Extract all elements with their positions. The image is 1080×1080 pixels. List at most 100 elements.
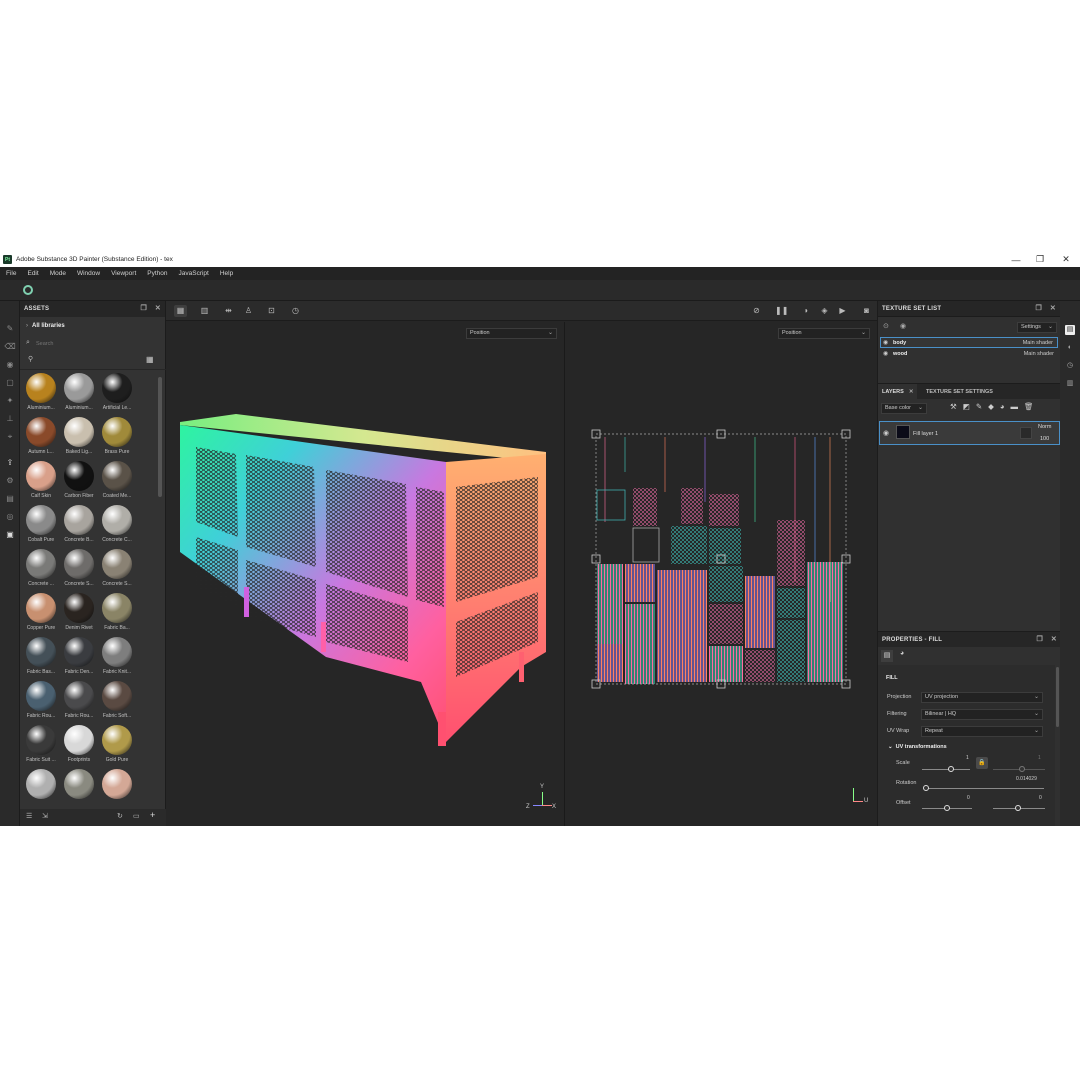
shelf-icon[interactable]: ▣: [4, 529, 16, 541]
material-thumbnail[interactable]: [26, 681, 56, 711]
display-settings-icon[interactable]: ◎: [4, 511, 16, 523]
assets-scrollbar[interactable]: [158, 377, 162, 497]
viewport-3d[interactable]: Position ⌄ Y Z X: [166, 322, 564, 826]
material-thumbnail[interactable]: [26, 769, 56, 799]
add-paint-layer-icon[interactable]: ✎: [976, 402, 982, 411]
material-thumbnail[interactable]: [102, 681, 132, 711]
tab-layers[interactable]: LAYERS ✕: [878, 384, 918, 400]
float-panel-icon[interactable]: ❐: [1035, 304, 1041, 312]
material-thumbnail[interactable]: [102, 637, 132, 667]
material-thumbnail[interactable]: [64, 637, 94, 667]
add-folder-icon[interactable]: ▬: [1010, 402, 1018, 411]
export-icon[interactable]: ⇪: [4, 457, 16, 469]
material-thumbnail[interactable]: [102, 593, 132, 623]
material-thumbnail[interactable]: [64, 681, 94, 711]
menu-help[interactable]: Help: [220, 270, 238, 277]
symmetry-icon[interactable]: ⇹: [222, 305, 235, 317]
texture-set-item-wood[interactable]: ◉ wood Main shader: [880, 349, 1058, 360]
pause-icon[interactable]: ❚❚: [775, 305, 788, 317]
menu-javascript[interactable]: JavaScript: [179, 270, 214, 277]
settings-gear-icon[interactable]: ⚙: [4, 475, 16, 487]
uv-wrap-dropdown[interactable]: Repeat ⌄: [921, 726, 1043, 737]
delete-layer-icon[interactable]: 🗑: [1024, 402, 1034, 411]
material-thumbnail[interactable]: [64, 461, 94, 491]
cube-icon[interactable]: ◈: [818, 305, 831, 317]
screenshot-icon[interactable]: ◙: [860, 305, 873, 317]
material-thumbnail[interactable]: [102, 417, 132, 447]
material-thumbnail[interactable]: [64, 769, 94, 799]
material-thumbnail[interactable]: [102, 505, 132, 535]
material-thumbnail[interactable]: [26, 505, 56, 535]
maximize-button[interactable]: ❐: [1026, 252, 1054, 267]
material-thumbnail[interactable]: [26, 637, 56, 667]
material-thumbnail[interactable]: [26, 725, 56, 755]
blend-mode[interactable]: Norm: [1038, 424, 1051, 430]
search-input[interactable]: [36, 339, 156, 349]
filter-icon[interactable]: ⚲: [28, 355, 33, 363]
material-thumbnail[interactable]: [26, 461, 56, 491]
history-icon[interactable]: ◷: [289, 305, 302, 317]
add-smart-material-icon[interactable]: ◕: [1000, 402, 1005, 411]
close-panel-icon[interactable]: ✕: [1050, 304, 1056, 312]
menu-python[interactable]: Python: [147, 270, 172, 277]
menu-edit[interactable]: Edit: [27, 270, 43, 277]
person-icon[interactable]: ♙: [242, 305, 255, 317]
add-icon[interactable]: +: [150, 810, 155, 820]
scale-value[interactable]: 1: [966, 755, 969, 761]
split-view-icon[interactable]: ▥: [198, 305, 211, 317]
material-thumbnail[interactable]: [102, 769, 132, 799]
offset-x-slider-knob[interactable]: [944, 805, 950, 811]
geometry-mask-icon[interactable]: ▢: [4, 377, 16, 389]
material-thumbnail[interactable]: [64, 725, 94, 755]
scale-slider-knob[interactable]: [948, 766, 954, 772]
link-icon[interactable]: ⊙: [883, 322, 889, 330]
visibility-eye-icon[interactable]: ◉: [883, 429, 889, 437]
material-thumbnail[interactable]: [102, 373, 132, 403]
properties-tab-material-icon[interactable]: ◕: [900, 650, 904, 657]
color-picker-icon[interactable]: ⌖: [4, 431, 16, 443]
material-thumbnail[interactable]: [64, 417, 94, 447]
folder-icon[interactable]: ▭: [133, 812, 140, 820]
properties-tab-fill-icon[interactable]: ▤: [881, 650, 893, 662]
menu-mode[interactable]: Mode: [50, 270, 71, 277]
material-thumbnail[interactable]: [64, 505, 94, 535]
uv-transformations-toggle[interactable]: ⌄ UV transformations: [888, 744, 947, 750]
settings-dropdown[interactable]: Settings ⌄: [1017, 322, 1057, 333]
import-icon[interactable]: ⇲: [42, 812, 48, 820]
refresh-icon[interactable]: ↻: [117, 812, 123, 820]
menu-file[interactable]: File: [6, 270, 21, 277]
texture-set-list-icon[interactable]: ▤: [1065, 325, 1075, 335]
material-thumbnail[interactable]: [26, 593, 56, 623]
camera-icon[interactable]: ▶: [836, 305, 849, 317]
material-thumbnail[interactable]: [102, 725, 132, 755]
add-fill-layer-icon[interactable]: ◆: [988, 402, 994, 411]
eraser-icon[interactable]: ⌫: [4, 341, 16, 353]
offset-x-value[interactable]: 0: [967, 795, 970, 801]
material-thumbnail[interactable]: [102, 461, 132, 491]
float-panel-icon[interactable]: ❐: [140, 304, 146, 312]
layer-opacity[interactable]: 100: [1040, 436, 1049, 442]
lock-icon[interactable]: 🔒: [976, 757, 988, 769]
menu-window[interactable]: Window: [77, 270, 105, 277]
library-selector[interactable]: › All libraries: [26, 323, 65, 329]
visibility-eye-icon[interactable]: ◉: [883, 339, 888, 346]
paint-brush-icon[interactable]: ✎: [4, 323, 16, 335]
tab-texture-set-settings[interactable]: TEXTURE SET SETTINGS: [926, 384, 993, 400]
projection-icon[interactable]: ◉: [4, 359, 16, 371]
rotation-value[interactable]: 0.014029: [1016, 776, 1037, 782]
material-thumbnail[interactable]: [26, 549, 56, 579]
history-icon[interactable]: ◷: [1065, 361, 1075, 371]
menu-viewport[interactable]: Viewport: [111, 270, 141, 277]
material-thumbnail[interactable]: [26, 417, 56, 447]
close-panel-icon[interactable]: ✕: [155, 304, 161, 312]
frame-icon[interactable]: ⊡: [265, 305, 278, 317]
projection-dropdown[interactable]: UV projection ⌄: [921, 692, 1043, 703]
close-panel-icon[interactable]: ✕: [1051, 635, 1057, 643]
bake-icon[interactable]: ▤: [4, 493, 16, 505]
display-settings-icon[interactable]: ◐: [1065, 343, 1075, 353]
scale-slider[interactable]: [922, 769, 970, 770]
view-mode-icon[interactable]: ◑: [799, 305, 812, 317]
grid-view-icon[interactable]: ▦: [146, 355, 154, 364]
grid-layout-icon[interactable]: ▦: [174, 305, 187, 317]
scale-slider-2-knob[interactable]: [1019, 766, 1025, 772]
